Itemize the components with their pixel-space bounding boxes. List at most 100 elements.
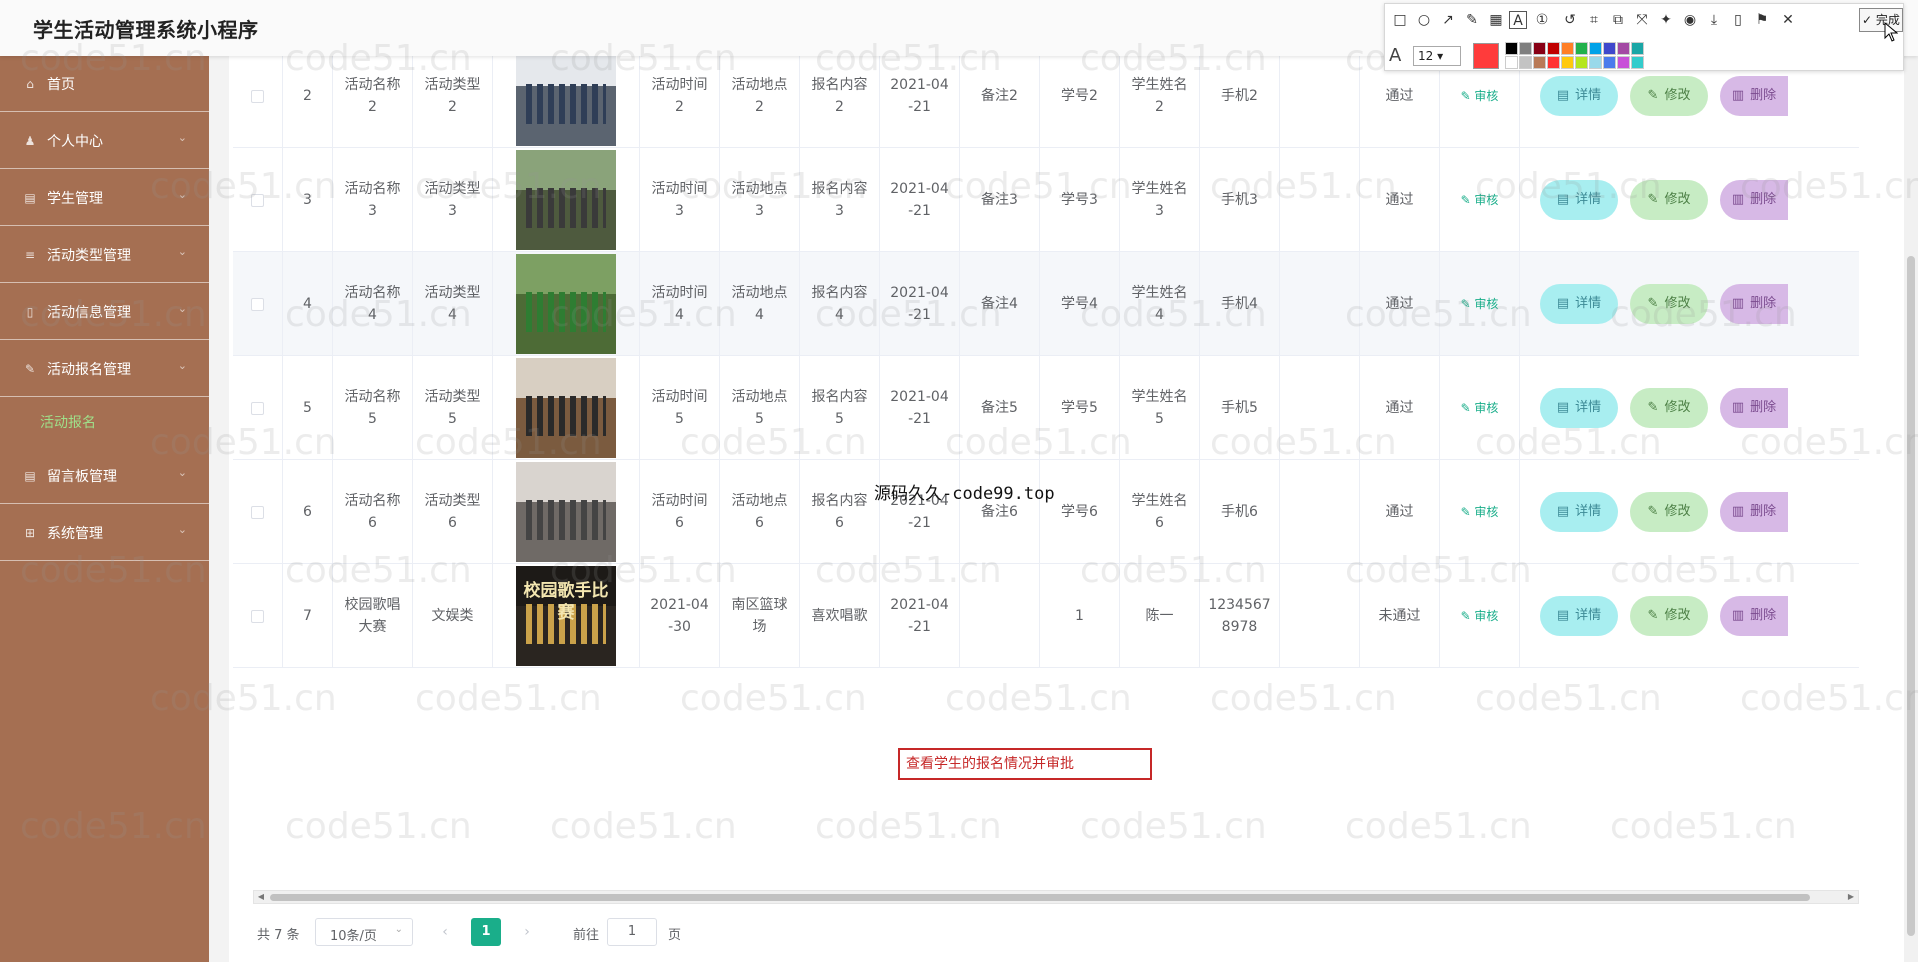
sidebar-subitem-signup[interactable]: 活动报名	[0, 398, 209, 446]
delete-button[interactable]: ▥ 删除	[1720, 596, 1788, 636]
row-checkbox[interactable]	[251, 193, 264, 207]
detail-button[interactable]: ▤ 详情	[1540, 180, 1618, 220]
edit-button[interactable]: ✎ 修改	[1630, 492, 1708, 532]
detail-button[interactable]: ▤ 详情	[1540, 76, 1618, 116]
color-swatch[interactable]	[1519, 42, 1532, 55]
text-icon[interactable]: A	[1509, 11, 1527, 29]
vertical-scrollbar[interactable]	[1904, 56, 1918, 962]
color-swatch[interactable]	[1561, 42, 1574, 55]
color-swatch[interactable]	[1533, 56, 1546, 69]
download-icon[interactable]: ⤓	[1705, 11, 1723, 29]
cell-name-text: 活动名称 6	[344, 493, 401, 531]
cell-content-text: 报名内容 4	[811, 285, 868, 323]
cell-time: 2021-04 -30	[640, 564, 720, 668]
sidebar-item-items_after-0[interactable]: ▤ 留言板管理 ⌄	[0, 448, 209, 504]
page-size-select[interactable]: 10条/页 ⌄	[315, 918, 413, 946]
color-swatch[interactable]	[1561, 56, 1574, 69]
row-checkbox[interactable]	[251, 297, 264, 311]
ocr-icon[interactable]: ⌗	[1585, 11, 1603, 29]
rectangle-icon[interactable]: □	[1391, 11, 1409, 29]
color-swatch[interactable]	[1617, 42, 1630, 55]
color-swatch[interactable]	[1505, 42, 1518, 55]
color-swatch[interactable]	[1631, 56, 1644, 69]
next-page-button[interactable]: ›	[513, 918, 541, 946]
delete-button[interactable]: ▥ 删除	[1720, 76, 1788, 116]
edit-button[interactable]: ✎ 修改	[1630, 596, 1708, 636]
audit-link[interactable]: ✎ 审核	[1461, 293, 1499, 315]
copy-icon[interactable]: ▯	[1729, 11, 1747, 29]
color-swatch[interactable]	[1547, 42, 1560, 55]
color-swatch[interactable]	[1575, 42, 1588, 55]
color-swatch[interactable]	[1631, 42, 1644, 55]
color-swatch[interactable]	[1575, 56, 1588, 69]
goto-page-input[interactable]: 1	[607, 918, 657, 946]
close-icon[interactable]: ✕	[1779, 11, 1797, 29]
color-swatch[interactable]	[1603, 56, 1616, 69]
current-color-swatch[interactable]	[1473, 43, 1499, 69]
activity-photo	[516, 150, 616, 250]
bookmark-icon[interactable]: ⚑	[1753, 11, 1771, 29]
audit-link[interactable]: ✎ 审核	[1461, 605, 1499, 627]
arrow-icon[interactable]: ↗	[1439, 11, 1457, 29]
scroll-capture-icon[interactable]: ⤧	[1633, 11, 1651, 29]
delete-button[interactable]: ▥ 删除	[1720, 284, 1788, 324]
cell-name: 校园歌唱 大赛	[333, 564, 413, 668]
ellipse-icon[interactable]: ○	[1415, 11, 1433, 29]
sidebar-item-items-0[interactable]: ⌂ 首页	[0, 56, 209, 112]
color-swatch[interactable]	[1505, 56, 1518, 69]
number-marker-icon[interactable]: ①	[1533, 11, 1551, 29]
sidebar-item-items-4[interactable]: ▯ 活动信息管理 ⌄	[0, 284, 209, 340]
cell-phone: 手机2	[1200, 44, 1280, 148]
row-checkbox[interactable]	[251, 89, 264, 103]
edit-button[interactable]: ✎ 修改	[1630, 180, 1708, 220]
cell-type-text: 活动类型 6	[424, 493, 481, 531]
sidebar-item-items-2[interactable]: ▤ 学生管理 ⌄	[0, 170, 209, 226]
row-checkbox[interactable]	[251, 401, 264, 415]
font-size-select[interactable]: 12 ▾	[1413, 46, 1461, 66]
cell-no: 6	[283, 460, 333, 564]
vertical-scroll-thumb[interactable]	[1907, 256, 1915, 936]
scroll-right-icon[interactable]: ▶	[1844, 891, 1858, 903]
delete-button[interactable]: ▥ 删除	[1720, 492, 1788, 532]
edit-button[interactable]: ✎ 修改	[1630, 76, 1708, 116]
color-swatch[interactable]	[1589, 56, 1602, 69]
color-swatch[interactable]	[1589, 42, 1602, 55]
sidebar-item-items_after-1[interactable]: ⊞ 系统管理 ⌄	[0, 505, 209, 561]
horizontal-scrollbar[interactable]: ◀ ▶	[253, 890, 1859, 904]
sidebar-item-items-1[interactable]: ♟ 个人中心 ⌄	[0, 113, 209, 169]
audit-link[interactable]: ✎ 审核	[1461, 85, 1499, 107]
color-swatch[interactable]	[1533, 42, 1546, 55]
detail-button[interactable]: ▤ 详情	[1540, 388, 1618, 428]
prev-page-button[interactable]: ‹	[431, 918, 459, 946]
audit-link[interactable]: ✎ 审核	[1461, 397, 1499, 419]
sidebar-item-items-3[interactable]: ≡ 活动类型管理 ⌄	[0, 227, 209, 283]
delete-button[interactable]: ▥ 删除	[1720, 180, 1788, 220]
pen-icon[interactable]: ✎	[1463, 11, 1481, 29]
page-number-current[interactable]: 1	[471, 918, 501, 946]
color-swatch[interactable]	[1603, 42, 1616, 55]
detail-button[interactable]: ▤ 详情	[1540, 596, 1618, 636]
app-title: 学生活动管理系统小程序	[33, 18, 259, 42]
translate-icon[interactable]: ⧉	[1609, 11, 1627, 29]
cell-chk	[233, 460, 283, 564]
color-swatch[interactable]	[1519, 56, 1532, 69]
cell-status-text: 通过	[1385, 504, 1414, 520]
horizontal-scroll-thumb[interactable]	[270, 894, 1810, 901]
edit-button[interactable]: ✎ 修改	[1630, 284, 1708, 324]
edit-button[interactable]: ✎ 修改	[1630, 388, 1708, 428]
pin-icon[interactable]: ✦	[1657, 11, 1675, 29]
record-icon[interactable]: ◉	[1681, 11, 1699, 29]
audit-link[interactable]: ✎ 审核	[1461, 189, 1499, 211]
audit-link[interactable]: ✎ 审核	[1461, 501, 1499, 523]
row-checkbox[interactable]	[251, 609, 264, 623]
row-checkbox[interactable]	[251, 505, 264, 519]
detail-button[interactable]: ▤ 详情	[1540, 284, 1618, 324]
sidebar-item-items-5[interactable]: ✎ 活动报名管理 ⌄	[0, 341, 209, 397]
color-swatch[interactable]	[1547, 56, 1560, 69]
color-swatch[interactable]	[1617, 56, 1630, 69]
scroll-left-icon[interactable]: ◀	[254, 891, 268, 903]
undo-icon[interactable]: ↺	[1561, 11, 1579, 29]
detail-button[interactable]: ▤ 详情	[1540, 492, 1618, 532]
mosaic-icon[interactable]: ▦	[1487, 11, 1505, 29]
delete-button[interactable]: ▥ 删除	[1720, 388, 1788, 428]
